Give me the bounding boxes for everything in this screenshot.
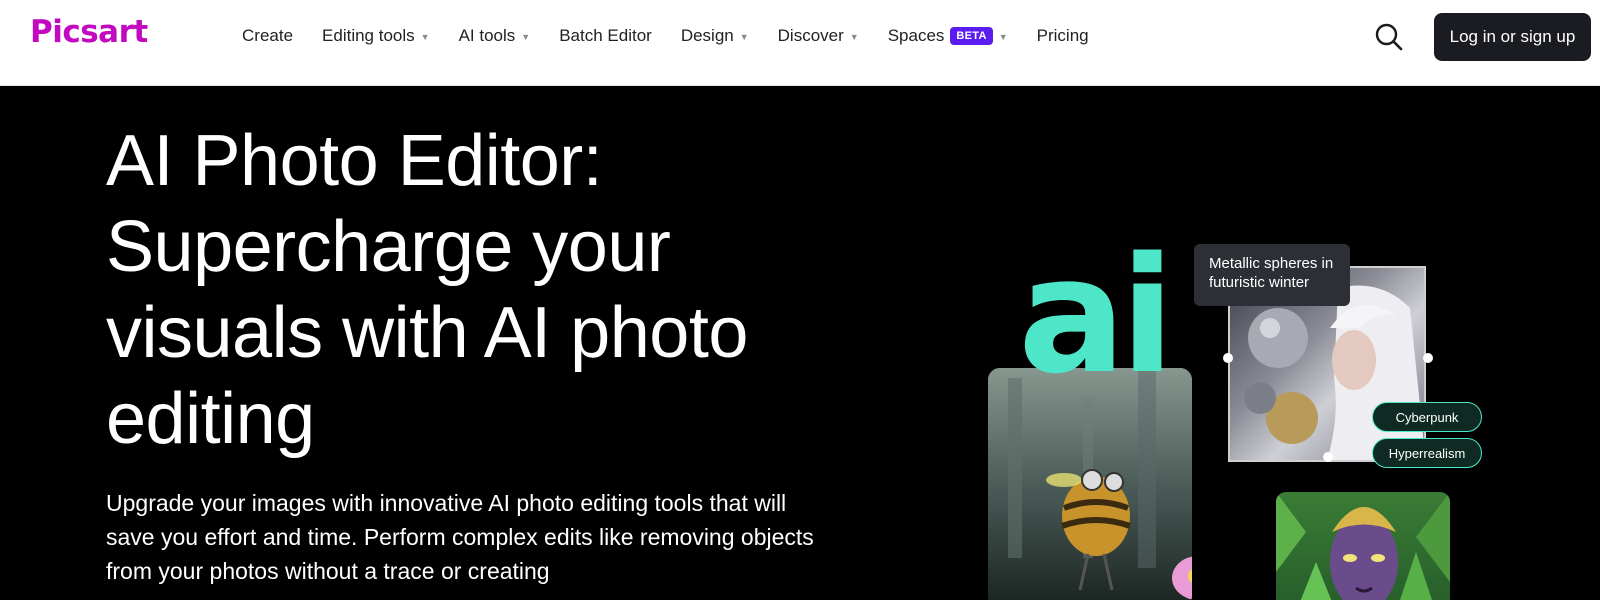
resize-handle[interactable] [1223,353,1233,363]
beta-badge: BETA [950,27,993,45]
chevron-down-icon: ▼ [849,31,859,42]
nav-pricing[interactable]: Pricing [1037,26,1089,46]
search-icon [1375,23,1403,51]
nav-label: Spaces [887,26,945,45]
picsart-logo[interactable]: Picsart [30,14,148,50]
ai-logo-text: ai [1018,222,1175,409]
nav-label: Editing tools [322,26,415,45]
hero-description: Upgrade your images with innovative AI p… [106,490,814,584]
main-nav: Create Editing tools ▼ AI tools ▼ Batch … [242,0,1118,72]
chevron-down-icon: ▼ [998,31,1008,42]
nav-batch-editor[interactable]: Batch Editor [559,26,652,46]
style-tag-cyberpunk[interactable]: Cyberpunk [1372,402,1482,432]
nav-label: Batch Editor [559,26,652,45]
style-tag-hyperrealism[interactable]: Hyperrealism [1372,438,1482,468]
resize-handle[interactable] [1323,452,1333,462]
nav-editing-tools[interactable]: Editing tools ▼ [322,26,430,46]
chevron-down-icon: ▼ [521,31,531,42]
nav-design[interactable]: Design ▼ [681,26,749,46]
nav-label: Pricing [1036,26,1089,45]
resize-handle[interactable] [1423,353,1433,363]
face-art-image [1276,492,1450,600]
prompt-tooltip: Metallic spheres in futuristic winter [1194,244,1350,306]
chevron-down-icon: ▼ [420,31,430,42]
nav-discover[interactable]: Discover ▼ [778,26,859,46]
nav-spaces[interactable]: Spaces BETA ▼ [888,26,1008,46]
nav-label: Design [680,26,734,45]
nav-label: Discover [777,26,844,45]
login-signup-button[interactable]: Log in or sign up [1434,13,1591,61]
face-illustration [1276,492,1450,600]
nav-ai-tools[interactable]: AI tools ▼ [459,26,531,46]
hero-collage: ai Metallic spheres in futuristic winter… [980,230,1500,600]
search-button[interactable] [1372,20,1406,54]
hero-title: AI Photo Editor: Supercharge your visual… [106,121,748,459]
nav-label: AI tools [458,26,516,45]
nav-create[interactable]: Create [242,26,293,46]
nav-label: Create [242,26,294,45]
chevron-down-icon: ▼ [739,31,749,42]
top-navbar: Picsart Create Editing tools ▼ AI tools … [0,0,1600,86]
